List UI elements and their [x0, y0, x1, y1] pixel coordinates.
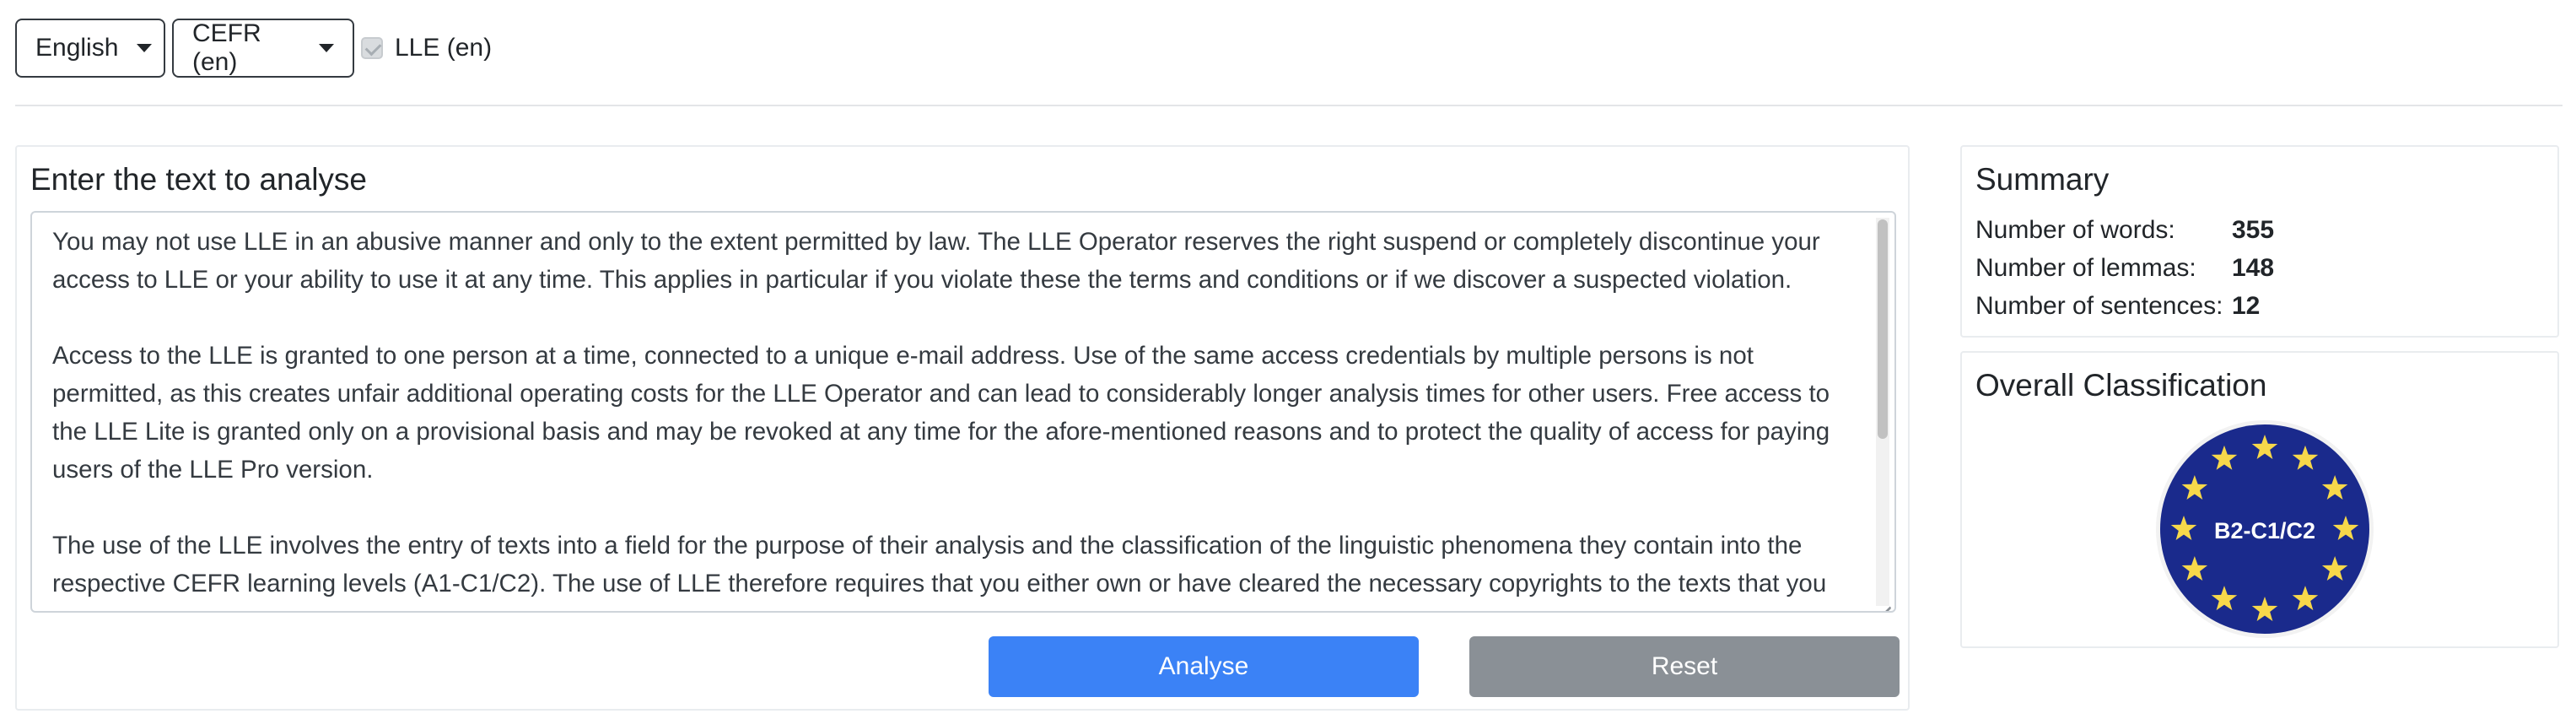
- text-input-area[interactable]: You may not use LLE in an abusive manner…: [30, 211, 1896, 613]
- summary-label: Number of sentences:: [1975, 292, 2223, 320]
- divider: [15, 105, 2563, 106]
- summary-row-lemmas: Number of lemmas: 148: [1975, 254, 2274, 283]
- summary-value: 148: [2232, 254, 2275, 282]
- scrollbar-thumb[interactable]: [1878, 219, 1888, 439]
- summary-row-words: Number of words: 355: [1975, 216, 2274, 245]
- cefr-level-text: B2-C1/C2: [2214, 518, 2315, 543]
- text-input-content: You may not use LLE in an abusive manner…: [52, 223, 1866, 611]
- text-input-card: Enter the text to analyse You may not us…: [15, 145, 1910, 711]
- reset-button[interactable]: Reset: [1469, 636, 1900, 697]
- chevron-down-icon: [137, 44, 153, 52]
- summary-label: Number of lemmas:: [1975, 254, 2196, 282]
- classification-card: Overall Classification B2-C1/C2: [1960, 351, 2559, 648]
- text-input-title: Enter the text to analyse: [30, 162, 368, 197]
- analyse-button[interactable]: Analyse: [989, 636, 1419, 697]
- framework-dropdown[interactable]: CEFR (en): [172, 19, 354, 78]
- text-paragraph: Access to the LLE is granted to one pers…: [52, 342, 1830, 484]
- summary-card: Summary Number of words: 355 Number of l…: [1960, 145, 2559, 338]
- summary-value: 355: [2232, 216, 2275, 244]
- framework-dropdown-label: CEFR (en): [192, 19, 261, 76]
- eu-stars-badge-icon: B2-C1/C2: [2160, 424, 2369, 634]
- language-dropdown[interactable]: English: [15, 19, 165, 78]
- toolbar: English CEFR (en) LLE (en): [15, 19, 492, 78]
- summary-row-sentences: Number of sentences: 12: [1975, 292, 2260, 321]
- text-paragraph: You may not use LLE in an abusive manner…: [52, 228, 1820, 294]
- text-paragraph: The use of the LLE involves the entry of…: [52, 532, 1827, 597]
- lle-checkbox-label: LLE (en): [395, 34, 493, 62]
- summary-value: 12: [2232, 292, 2261, 320]
- summary-label: Number of words:: [1975, 216, 2175, 244]
- resize-handle-icon[interactable]: [1876, 592, 1891, 608]
- lle-checkbox[interactable]: [361, 37, 383, 59]
- classification-title: Overall Classification: [1975, 368, 2267, 403]
- chevron-down-icon: [319, 44, 334, 52]
- lle-checkbox-group: LLE (en): [361, 34, 492, 62]
- language-dropdown-label: English: [35, 34, 119, 62]
- summary-title: Summary: [1975, 162, 2110, 197]
- cefr-level-badge: B2-C1/C2: [2156, 420, 2374, 638]
